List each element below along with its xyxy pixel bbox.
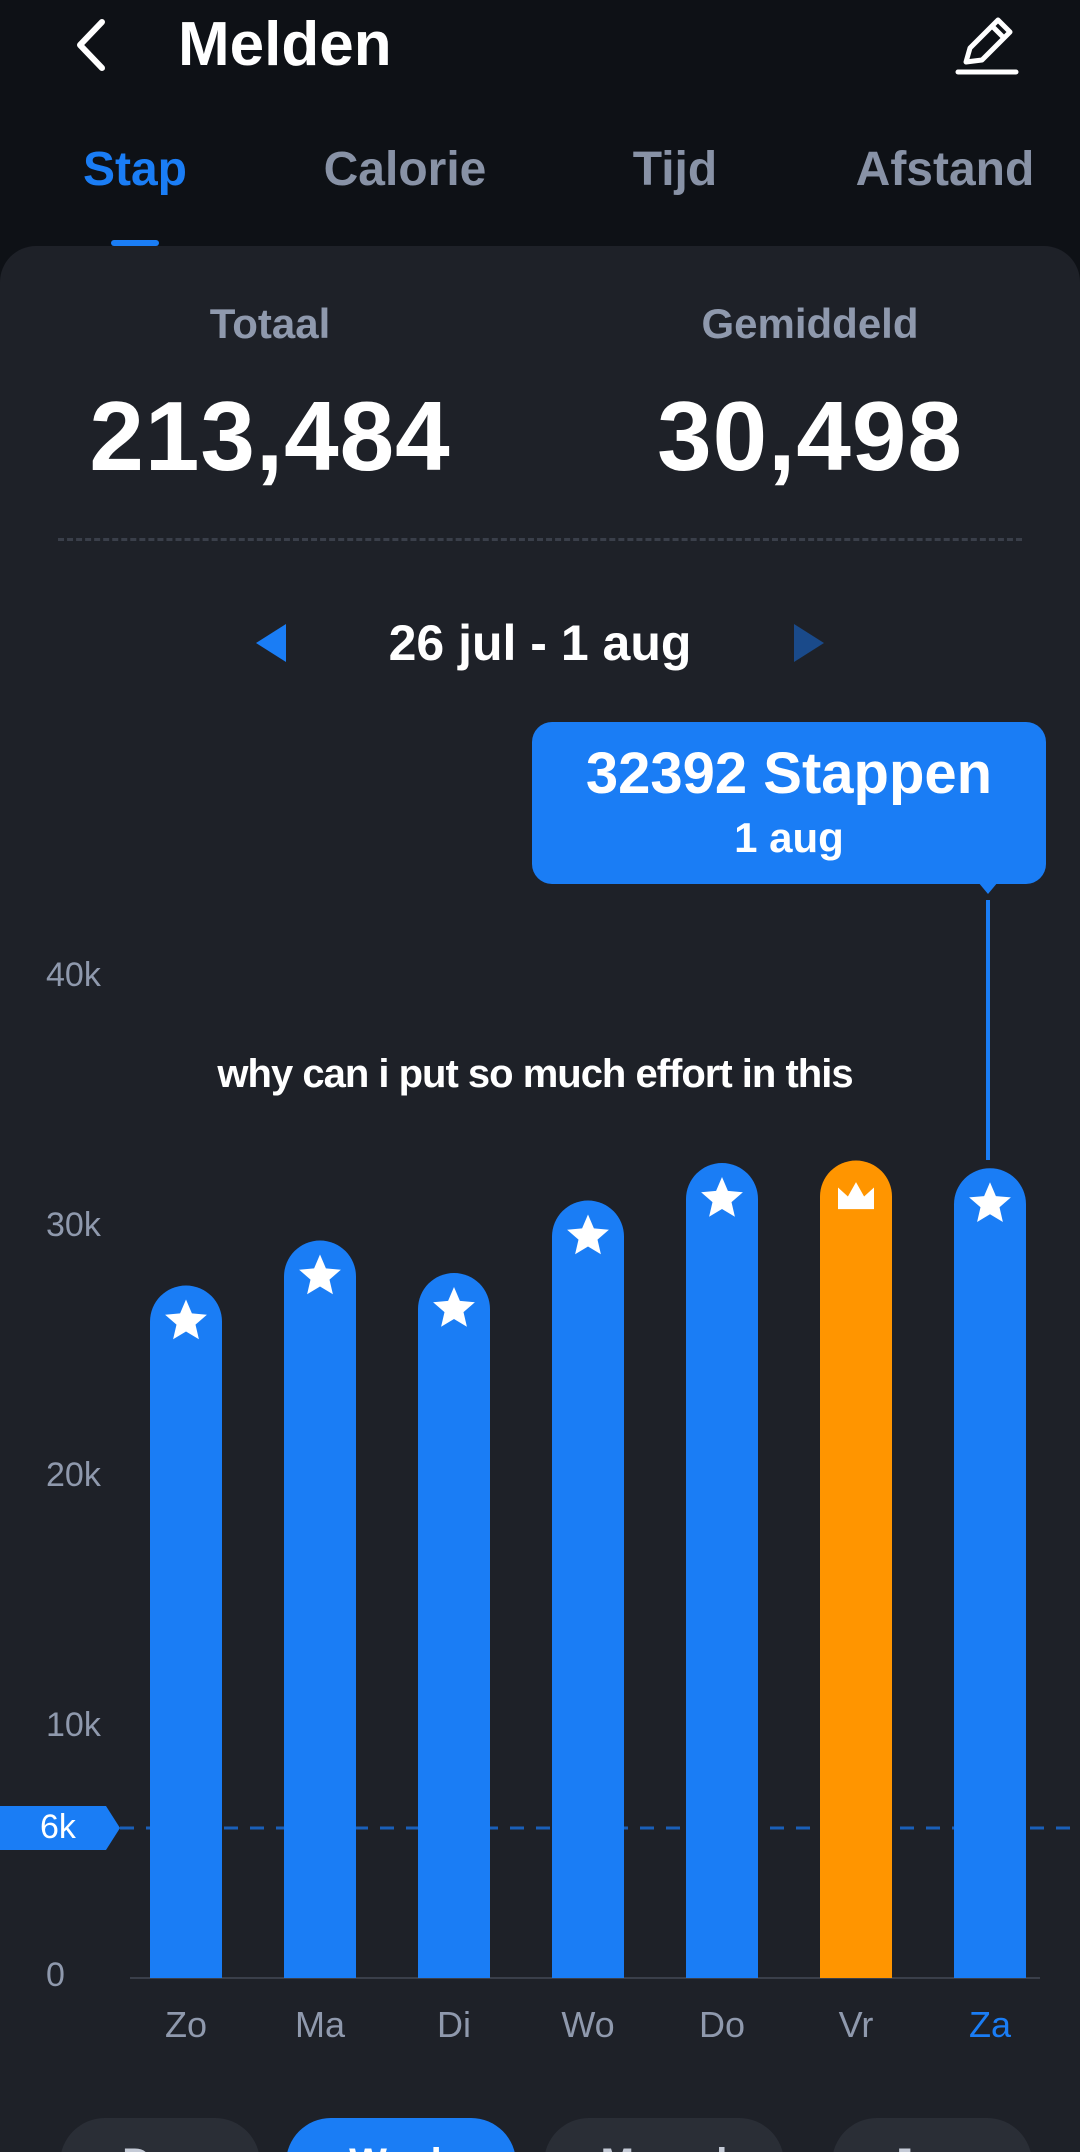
x-tick-label-za[interactable]: Za: [950, 2004, 1030, 2046]
bar-vr[interactable]: [820, 1160, 892, 1979]
tooltip-steps-value: 32392 Stappen: [585, 741, 993, 806]
x-tick-label-di[interactable]: Di: [414, 2004, 494, 2046]
bar-do[interactable]: [686, 1163, 758, 1978]
x-tick-label-wo[interactable]: Wo: [548, 2004, 628, 2046]
y-tick-label: 30k: [46, 1206, 101, 1244]
y-tick-label: 20k: [46, 1456, 101, 1494]
y-tick-label: 0: [46, 1956, 65, 1994]
y-tick-label: 10k: [46, 1706, 101, 1744]
bar-di[interactable]: [418, 1273, 490, 1978]
bar-zo[interactable]: [150, 1285, 222, 1979]
period-year-button[interactable]: Jaar: [832, 2118, 1032, 2152]
x-tick-label-zo[interactable]: Zo: [146, 2004, 226, 2046]
period-month-button[interactable]: Maand: [544, 2118, 784, 2152]
x-tick-label-vr[interactable]: Vr: [816, 2004, 896, 2046]
tooltip-connector-line: [986, 900, 990, 1160]
bar-za[interactable]: [954, 1168, 1026, 1978]
goal-label: 6k: [40, 1808, 76, 1846]
period-day-button[interactable]: Dag: [60, 2118, 260, 2152]
steps-report-screen: Melden Stap Calorie Tijd Afstand Totaal …: [0, 0, 1080, 2152]
video-caption: why can i put so much effort in this: [217, 1052, 853, 1096]
period-week-button[interactable]: Week: [286, 2118, 516, 2152]
tooltip-pointer: [978, 882, 998, 894]
bar-wo[interactable]: [552, 1200, 624, 1979]
bar-ma[interactable]: [284, 1240, 356, 1979]
tooltip-date: 1 aug: [734, 814, 844, 861]
x-tick-label-do[interactable]: Do: [682, 2004, 762, 2046]
x-tick-label-ma[interactable]: Ma: [280, 2004, 360, 2046]
y-tick-label: 40k: [46, 956, 101, 994]
selected-bar-tooltip: 32392 Stappen 1 aug: [532, 722, 1046, 884]
